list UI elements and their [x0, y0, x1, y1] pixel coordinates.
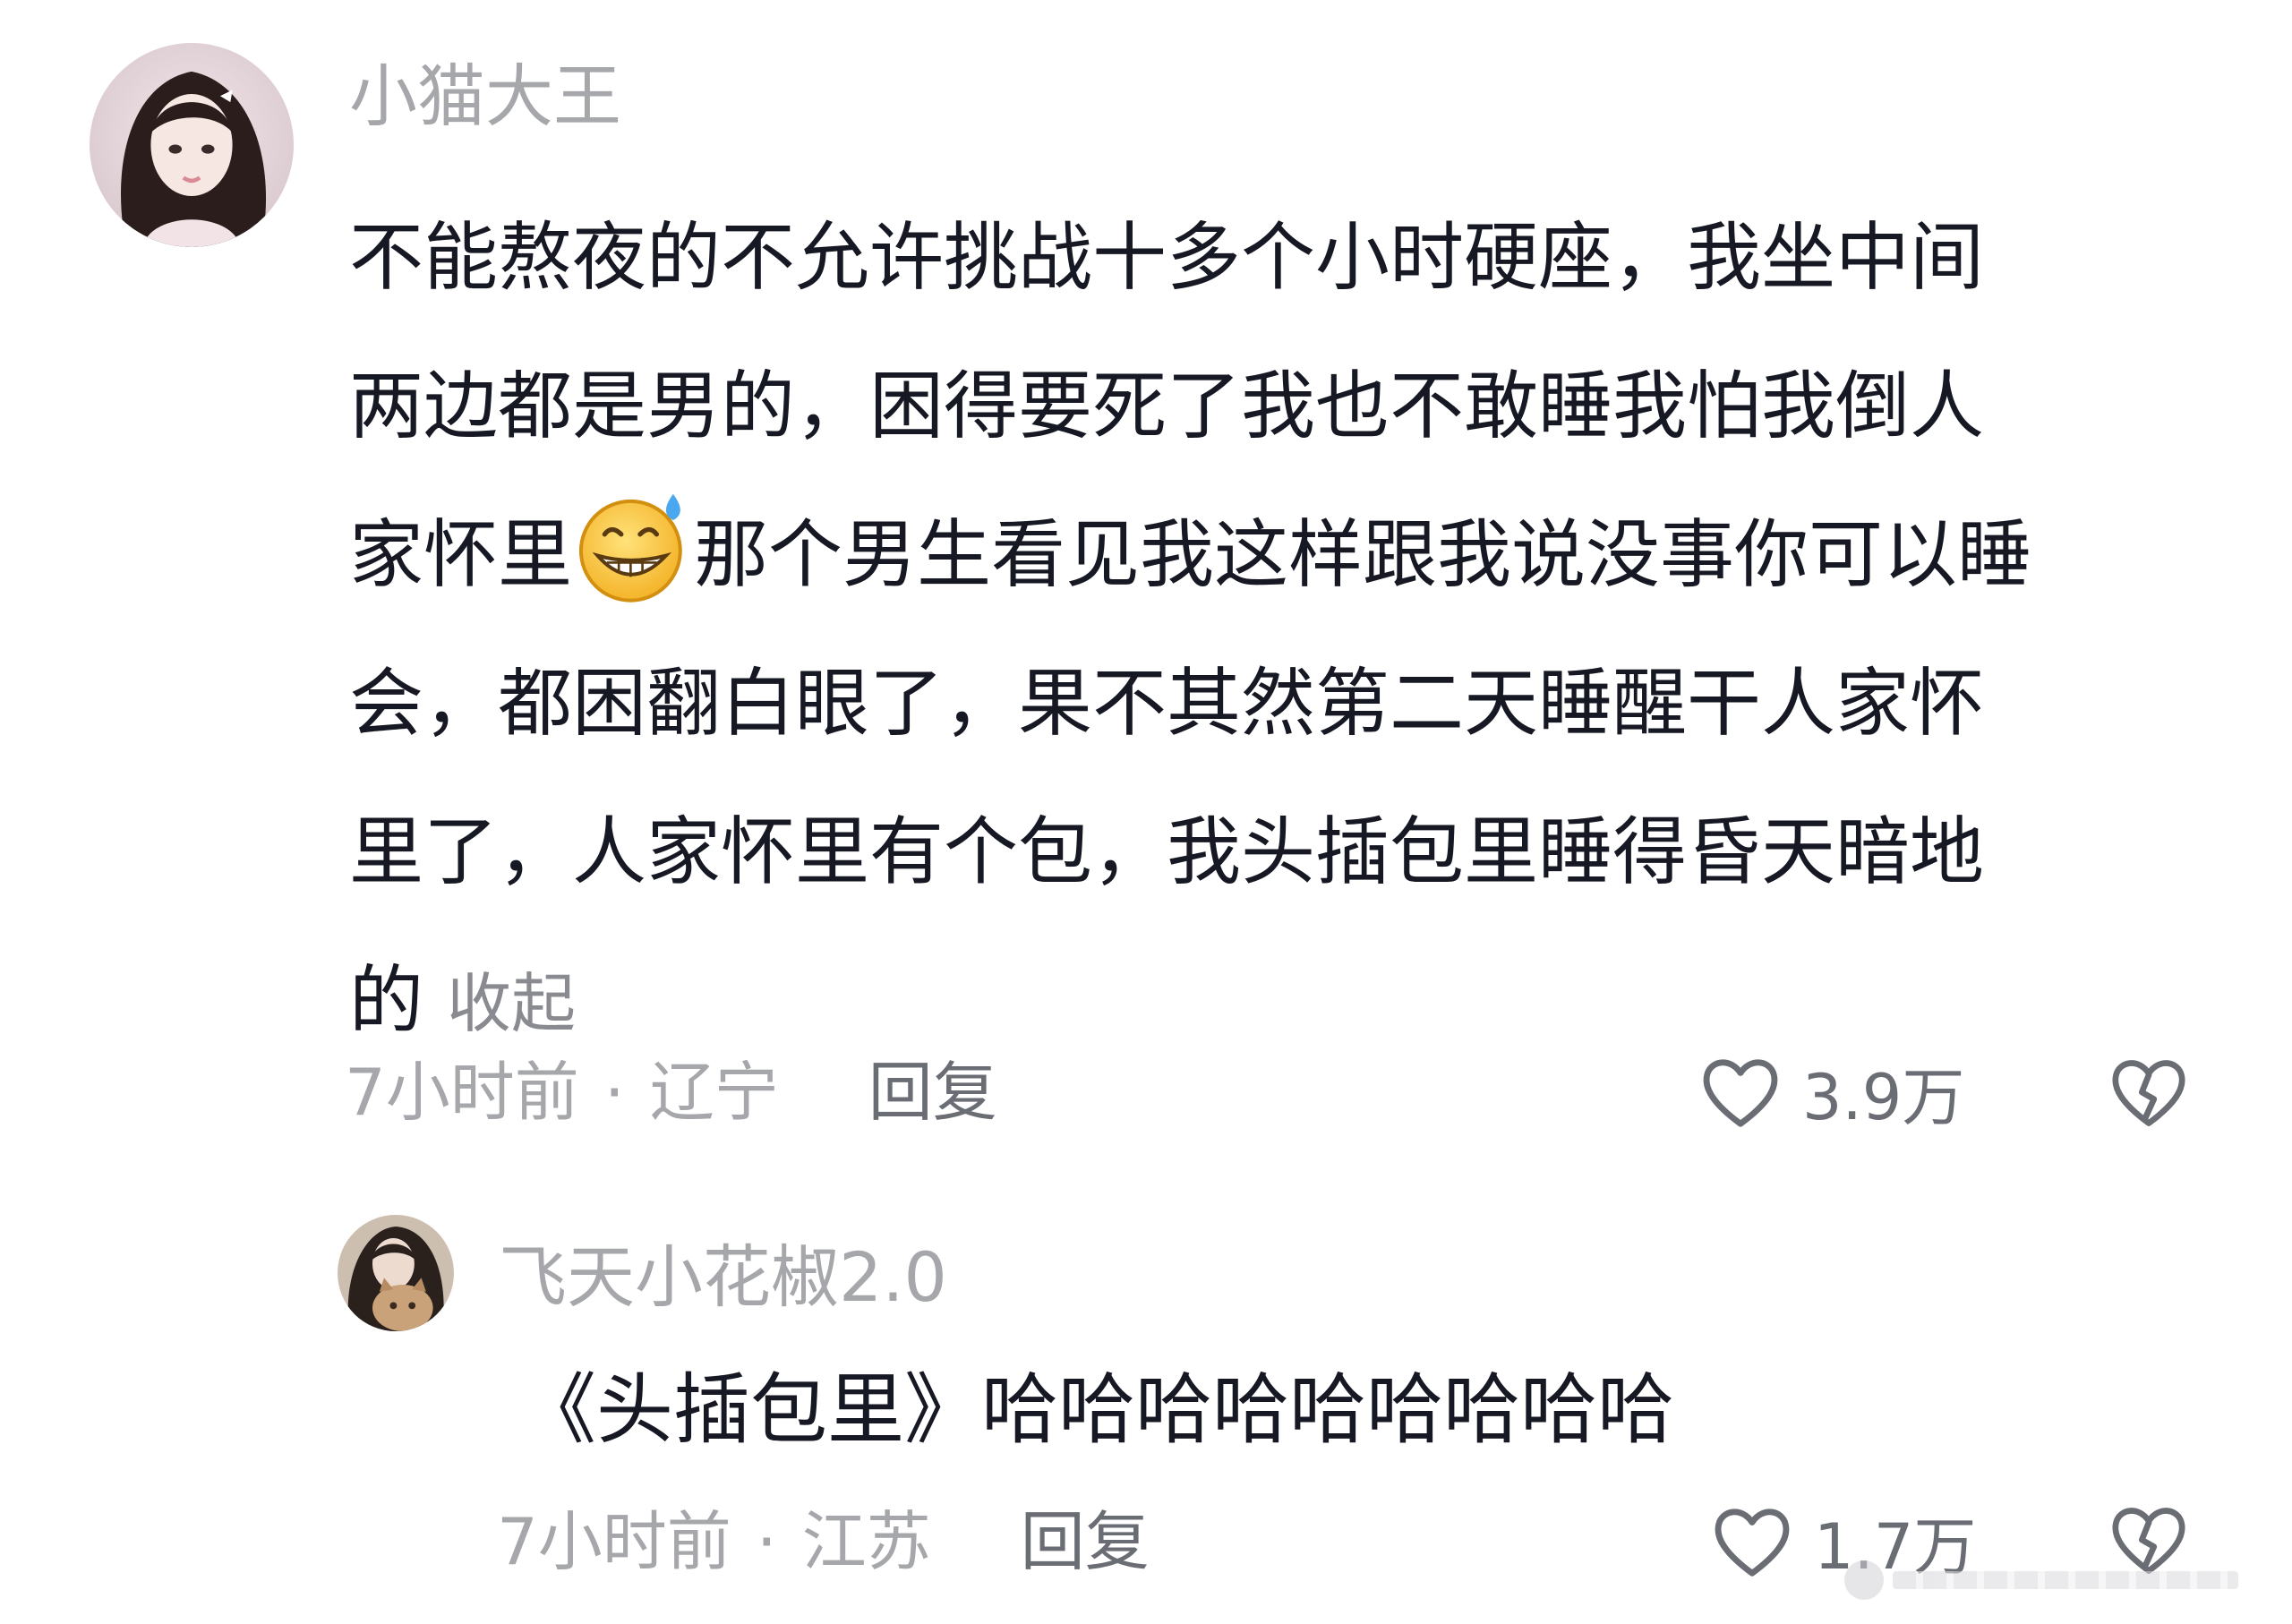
watermark [1844, 1558, 2238, 1603]
like-count: 3.9万 [1802, 1060, 1965, 1134]
collapse-button[interactable]: 收起 [447, 966, 576, 1041]
broken-heart-icon [2112, 1060, 2185, 1126]
comment-line: 不能熬夜的不允许挑战十多个小时硬座，我坐中间 [349, 214, 1984, 301]
comment-line: 里了，人家怀里有个包，我头插包里睡得昏天暗地 [349, 808, 1984, 895]
reply-location: 江苏 [801, 1504, 931, 1579]
commenter-username[interactable]: 小猫大王 [349, 52, 621, 141]
dislike-button[interactable] [2106, 1049, 2192, 1135]
comment-line: 家怀里 那个男生看见我这样跟我说没事你可以睡 [349, 481, 2229, 629]
replier-username[interactable]: 飞天小花椒2.0 [499, 1233, 947, 1322]
comment-meta: 7小时前 · 辽宁 回复 [345, 1047, 997, 1137]
watermark-bar [1893, 1571, 2238, 1589]
reply-meta: 7小时前 · 江苏 回复 [497, 1497, 1150, 1586]
watermark-icon [1844, 1560, 1884, 1600]
comment-line-last: 的 [349, 957, 423, 1044]
sweat-grin-emoji-icon [574, 487, 692, 605]
comment-location: 辽宁 [649, 1055, 779, 1130]
commenter-avatar-image [90, 43, 294, 247]
heart-outline-icon [1715, 1509, 1790, 1577]
replier-avatar-image [338, 1215, 454, 1331]
comment-time: 7小时前 [345, 1055, 579, 1130]
reply-time: 7小时前 [497, 1504, 731, 1579]
replier-avatar[interactable] [338, 1215, 454, 1331]
like-button[interactable]: 3.9万 [1697, 1047, 1964, 1137]
reply-text: 《头插包里》哈哈哈哈哈哈哈哈哈 [519, 1365, 1674, 1455]
reply-button[interactable]: 回复 [868, 1055, 997, 1130]
comment-line: 两边都是男的，困得要死了我也不敢睡我怕我倒人 [349, 363, 1984, 449]
comment-line-rest: 那个男生看见我这样跟我说没事你可以睡 [694, 511, 2031, 598]
comment-line-prefix: 家怀里 [349, 511, 572, 598]
comment-line: 会，都困翻白眼了，果不其然第二天睡醒干人家怀 [349, 660, 1984, 747]
reply-to-reply-button[interactable]: 回复 [1021, 1504, 1150, 1579]
commenter-avatar[interactable] [90, 43, 294, 247]
comment-text: 不能熬夜的不允许挑战十多个小时硬座，我坐中间 两边都是男的，困得要死了我也不敢睡… [349, 184, 2229, 1078]
heart-outline-icon [1703, 1059, 1778, 1127]
meta-separator: · [756, 1504, 777, 1579]
meta-separator: · [603, 1055, 625, 1130]
